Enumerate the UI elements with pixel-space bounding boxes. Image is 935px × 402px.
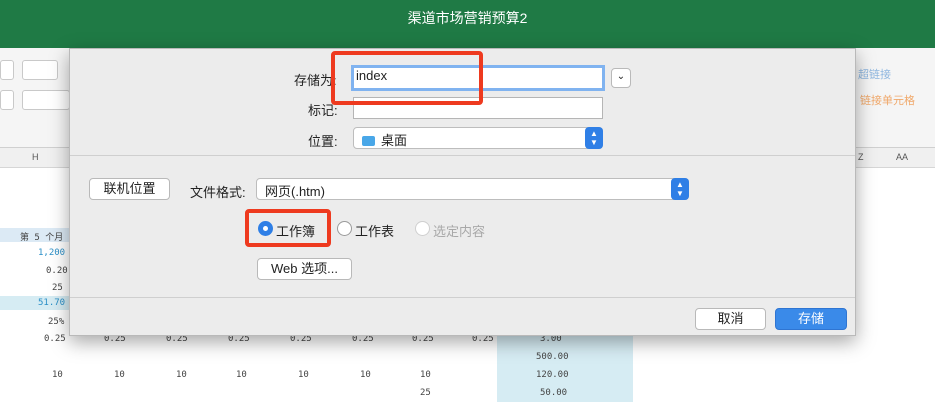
column-header-z[interactable]: Z xyxy=(858,152,864,162)
column-header-aa[interactable]: AA xyxy=(896,152,908,162)
link-cell-button[interactable]: 链接单元格 xyxy=(860,92,915,108)
chevron-down-icon: ⌄ xyxy=(616,71,626,82)
web-options-button[interactable]: Web 选项... xyxy=(257,258,352,280)
divider xyxy=(70,155,855,156)
ribbon-format-button[interactable] xyxy=(22,60,58,80)
cell-value[interactable]: 51.70 xyxy=(38,298,65,308)
file-format-select[interactable]: 网页(.htm) ▲ ▼ xyxy=(256,178,689,200)
total-cell[interactable]: 50.00 xyxy=(540,388,567,398)
cell-value[interactable]: 10 xyxy=(52,370,63,380)
location-label: 位置: xyxy=(308,134,338,149)
cell-value[interactable]: 1,200 xyxy=(38,248,65,258)
location-select[interactable]: 桌面 ▲ ▼ xyxy=(353,127,603,149)
save-button[interactable]: 存储 xyxy=(775,308,847,330)
cell-value[interactable]: 10 xyxy=(236,370,247,380)
radio-selection xyxy=(415,221,430,236)
total-cell[interactable]: 120.00 xyxy=(536,370,569,380)
cell-value[interactable]: 25 xyxy=(420,388,431,398)
cell-value[interactable]: 0.20 xyxy=(46,266,68,276)
ribbon-button[interactable] xyxy=(0,60,14,80)
radio-selection-label: 选定内容 xyxy=(433,224,486,239)
file-format-label: 文件格式: xyxy=(190,185,246,200)
cell-value[interactable]: 10 xyxy=(360,370,371,380)
cell-value[interactable]: 10 xyxy=(298,370,309,380)
ribbon-indent-button[interactable] xyxy=(22,90,70,110)
location-value: 桌面 xyxy=(381,133,408,148)
cell-value[interactable]: 10 xyxy=(114,370,125,380)
window-title: 渠道市场营销预算2 xyxy=(407,10,528,26)
highlight-box-filename xyxy=(331,51,483,105)
cell-value[interactable]: 0.25 xyxy=(44,334,66,344)
cell-value[interactable]: 25% xyxy=(48,317,64,327)
cell-value[interactable]: 25 xyxy=(52,283,63,293)
cell-value[interactable]: 10 xyxy=(420,370,431,380)
divider xyxy=(70,297,855,298)
expand-dialog-button[interactable]: ⌄ xyxy=(611,68,631,88)
radio-worksheet[interactable] xyxy=(337,221,352,236)
file-format-value: 网页(.htm) xyxy=(265,184,325,199)
updown-arrows-icon: ▲ ▼ xyxy=(671,178,689,200)
ribbon-button[interactable] xyxy=(0,90,14,110)
save-dialog: 存储为: index ⌄ 标记: 位置: 桌面 ▲ ▼ 联机位置 文件格式: 网页… xyxy=(69,48,856,336)
highlight-box-workbook xyxy=(245,209,331,247)
column-header-h[interactable]: H xyxy=(32,152,39,162)
online-locations-button[interactable]: 联机位置 xyxy=(89,178,170,200)
hyperlink-button[interactable]: 超链接 xyxy=(858,66,891,82)
updown-arrows-icon: ▲ ▼ xyxy=(585,127,603,149)
cancel-button[interactable]: 取消 xyxy=(695,308,766,330)
radio-worksheet-label[interactable]: 工作表 xyxy=(355,221,394,240)
folder-icon xyxy=(362,136,375,146)
cell-value[interactable]: 10 xyxy=(176,370,187,380)
month-header[interactable]: 第 5 个月 xyxy=(20,230,63,243)
total-cell[interactable]: 500.00 xyxy=(536,352,569,362)
title-bar: 渠道市场营销预算2 xyxy=(0,0,935,48)
